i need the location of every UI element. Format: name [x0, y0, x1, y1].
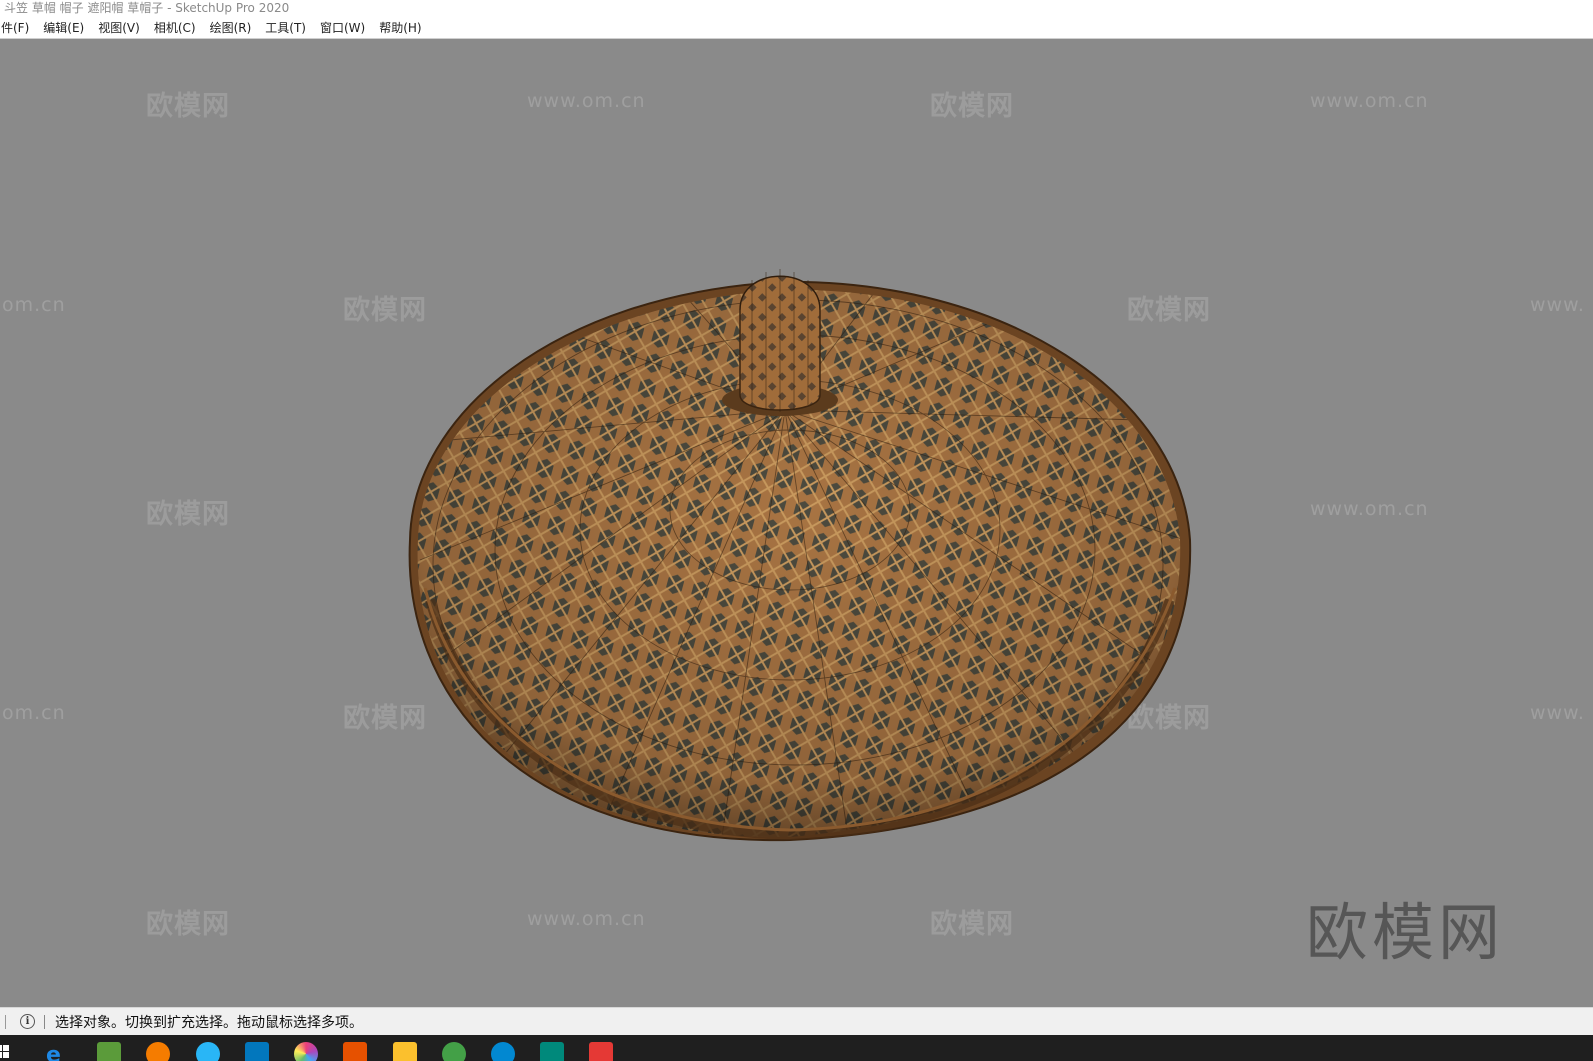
menu-view[interactable]: 视图(V)	[91, 17, 147, 39]
minecraft-icon[interactable]	[97, 1042, 121, 1061]
qq-browser-icon[interactable]	[196, 1042, 220, 1061]
brand-logo: 欧模网	[1306, 896, 1505, 969]
status-separator	[44, 1014, 45, 1029]
status-message: 选择对象。切换到扩充选择。拖动鼠标选择多项。	[55, 1014, 363, 1031]
file-explorer-icon[interactable]	[393, 1042, 417, 1061]
taskbar: e	[0, 1035, 1593, 1061]
menu-edit[interactable]: 编辑(E)	[36, 17, 91, 39]
menu-help[interactable]: 帮助(H)	[372, 17, 428, 39]
menu-camera[interactable]: 相机(C)	[147, 17, 203, 39]
wechat-icon[interactable]	[442, 1042, 466, 1061]
window-title: 斗笠 草帽 帽子 遮阳帽 草帽子 - SketchUp Pro 2020	[0, 0, 1593, 17]
info-icon[interactable]: i	[20, 1014, 35, 1029]
status-divider	[0, 1014, 6, 1029]
edge-icon[interactable]	[491, 1042, 515, 1061]
svg-text:e: e	[46, 1043, 61, 1061]
sketchup-icon[interactable]	[589, 1042, 613, 1061]
menu-file[interactable]: 件(F)	[0, 17, 36, 39]
menu-window[interactable]: 窗口(W)	[313, 17, 372, 39]
menu-bar: 件(F) 编辑(E) 视图(V) 相机(C) 绘图(R) 工具(T) 窗口(W)…	[0, 17, 1593, 39]
media-player-icon[interactable]	[146, 1042, 170, 1061]
internet-explorer-icon[interactable]: e	[44, 1042, 68, 1061]
menu-tools[interactable]: 工具(T)	[258, 17, 313, 39]
status-bar: i 选择对象。切换到扩充选择。拖动鼠标选择多项。	[0, 1007, 1593, 1035]
menu-draw[interactable]: 绘图(R)	[203, 17, 259, 39]
model-viewport[interactable]: 欧模网 欧模网 欧模网 欧模网 欧模网 欧模网 欧模网 欧模网 欧模网 www.…	[0, 40, 1593, 1007]
color-wheel-icon[interactable]	[294, 1042, 318, 1061]
straw-hat-model[interactable]	[0, 40, 1593, 1007]
windows-start-icon[interactable]	[0, 1044, 10, 1058]
app-store-icon[interactable]	[245, 1042, 269, 1061]
tool-app-icon[interactable]	[343, 1042, 367, 1061]
3ds-max-icon[interactable]	[540, 1042, 564, 1061]
